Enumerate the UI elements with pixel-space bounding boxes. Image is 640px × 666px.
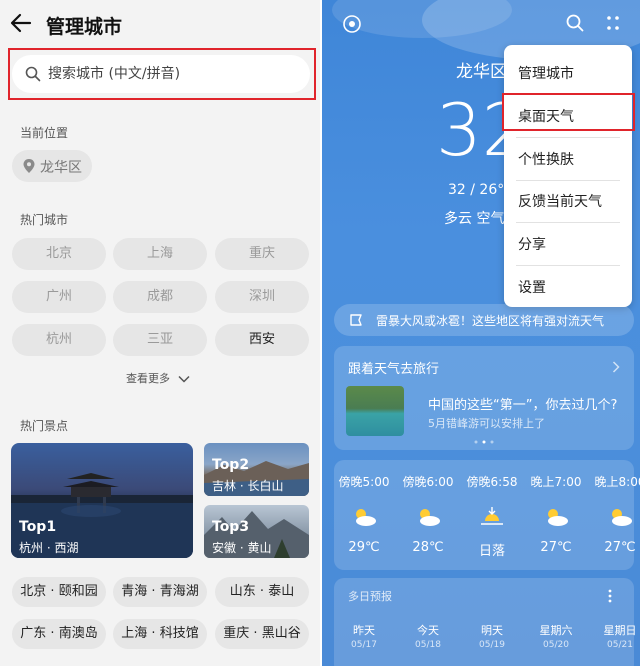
forecast-day: 明天	[481, 624, 503, 637]
forecast-day: 星期六	[539, 624, 573, 637]
hour-time: 晚上8:00	[594, 475, 640, 489]
city-chip[interactable]: 深圳	[215, 281, 309, 313]
spot-name: 吉林 · 长白山	[212, 479, 284, 493]
spot-rank: Top2	[212, 457, 250, 473]
carousel-dots	[474, 440, 494, 444]
hour-temp: 日落	[478, 544, 505, 559]
search-icon	[25, 66, 41, 82]
menu-item-feedback[interactable]: 反馈当前天气	[518, 191, 602, 211]
menu-divider	[516, 180, 620, 181]
menu-divider	[516, 137, 620, 138]
see-more-link[interactable]: 查看更多	[126, 370, 190, 386]
spot-rank: Top1	[19, 519, 57, 535]
search-input[interactable]	[48, 63, 298, 85]
menu-highlight-box	[502, 93, 635, 131]
travel-subtitle: 5月错峰游可以安排上了	[428, 417, 545, 430]
travel-question: 中国的这些“第一”，你去过几个?	[428, 398, 618, 413]
hour-time: 傍晚6:00	[402, 475, 454, 489]
forecast-more-icon[interactable]	[608, 589, 612, 603]
menu-divider	[516, 265, 620, 266]
city-name: 龙华区	[456, 62, 507, 82]
city-chip[interactable]: 重庆	[215, 238, 309, 270]
forecast-date: 05/19	[479, 640, 505, 650]
menu-item-share[interactable]: 分享	[518, 234, 546, 254]
spot-tag[interactable]: 山东 · 泰山	[215, 577, 309, 607]
partly-cloudy-icon	[420, 509, 440, 526]
forecast-day: 今天	[417, 624, 439, 637]
partly-cloudy-icon	[612, 509, 632, 526]
top-bar: 管理城市	[0, 0, 322, 50]
hour-time: 傍晚6:58	[466, 475, 518, 489]
search-bar[interactable]	[12, 55, 310, 93]
city-chip[interactable]: 上海	[113, 238, 207, 270]
weather-panel: 龙华区 32 32 / 26° 多云 空气 管理城市 桌面天气 个性换肤 反馈当…	[322, 0, 640, 666]
hot-spots-label: 热门景点	[20, 419, 69, 433]
location-pin-icon	[23, 159, 35, 173]
hour-temp: 27℃	[540, 540, 572, 555]
alert-icon	[350, 314, 362, 326]
city-chip[interactable]: 西安	[215, 324, 309, 356]
menu-item-settings[interactable]: 设置	[518, 277, 546, 297]
spot-tag[interactable]: 北京 · 颐和园	[12, 577, 106, 607]
menu-divider	[516, 222, 620, 223]
forecast-title: 多日预报	[348, 590, 392, 603]
partly-cloudy-icon	[356, 509, 376, 526]
spot-tag[interactable]: 青海 · 青海湖	[113, 577, 207, 607]
city-chip[interactable]: 杭州	[12, 324, 106, 356]
menu-item-skin[interactable]: 个性换肤	[518, 149, 574, 169]
hour-time: 傍晚5:00	[338, 475, 390, 489]
current-location-text: 龙华区	[40, 160, 82, 176]
spot-tag[interactable]: 上海 · 科技馆	[113, 619, 207, 649]
weather-alert-banner[interactable]: 雷暴大风或冰雹！这些地区将有强对流天气	[334, 304, 634, 336]
city-chip[interactable]: 广州	[12, 281, 106, 313]
forecast-date: 05/21	[607, 640, 633, 650]
chevron-down-icon	[177, 375, 190, 383]
page-title: 管理城市	[46, 16, 123, 38]
hot-cities-label: 热门城市	[20, 213, 69, 227]
spot-name: 杭州 · 西湖	[19, 541, 79, 555]
weather-condition: 多云 空气	[444, 211, 505, 227]
menu-item-manage-cities[interactable]: 管理城市	[518, 63, 574, 83]
hour-temp: 27℃	[604, 540, 636, 555]
forecast-date: 05/20	[543, 640, 569, 650]
chevron-right-icon	[612, 361, 620, 373]
spot-rank: Top3	[212, 519, 250, 535]
alert-text: 雷暴大风或冰雹！这些地区将有强对流天气	[376, 314, 605, 328]
spot-tag[interactable]: 广东 · 南澳岛	[12, 619, 106, 649]
manage-cities-panel: 管理城市 当前位置 龙华区 热门城市 北京 上海 重庆 广州 成都 深圳 杭州 …	[0, 0, 322, 666]
spot-name: 安徽 · 黄山	[212, 541, 272, 555]
sunset-icon	[481, 507, 503, 525]
spot-tag[interactable]: 重庆 · 黑山谷	[215, 619, 309, 649]
travel-card-title: 跟着天气去旅行	[348, 362, 440, 377]
travel-thumbnail	[346, 386, 404, 436]
hour-temp: 28℃	[412, 540, 444, 555]
overflow-menu: 管理城市 桌面天气 个性换肤 反馈当前天气 分享 设置	[504, 45, 632, 307]
current-location-chip[interactable]: 龙华区	[12, 150, 92, 182]
see-more-label: 查看更多	[126, 372, 170, 385]
partly-cloudy-icon	[548, 509, 568, 526]
back-arrow-icon[interactable]	[10, 12, 32, 34]
temperature-range: 32 / 26°	[448, 182, 505, 198]
spot-card-top2[interactable]: Top2 吉林 · 长白山	[204, 443, 309, 496]
more-options-icon[interactable]	[606, 14, 620, 32]
current-location-label: 当前位置	[20, 126, 69, 140]
forecast-day: 星期日	[603, 624, 637, 637]
city-chip[interactable]: 三亚	[113, 324, 207, 356]
forecast-date: 05/17	[351, 640, 377, 650]
hour-temp: 29℃	[348, 540, 380, 555]
forecast-date: 05/18	[415, 640, 441, 650]
city-chip[interactable]: 成都	[113, 281, 207, 313]
city-chip[interactable]: 北京	[12, 238, 106, 270]
forecast-day: 昨天	[353, 624, 375, 637]
hour-time: 晚上7:00	[530, 475, 582, 489]
spot-card-top1[interactable]: Top1 杭州 · 西湖	[11, 443, 193, 558]
search-icon[interactable]	[566, 14, 584, 32]
spot-card-top3[interactable]: Top3 安徽 · 黄山	[204, 505, 309, 558]
theme-icon[interactable]	[342, 14, 362, 34]
